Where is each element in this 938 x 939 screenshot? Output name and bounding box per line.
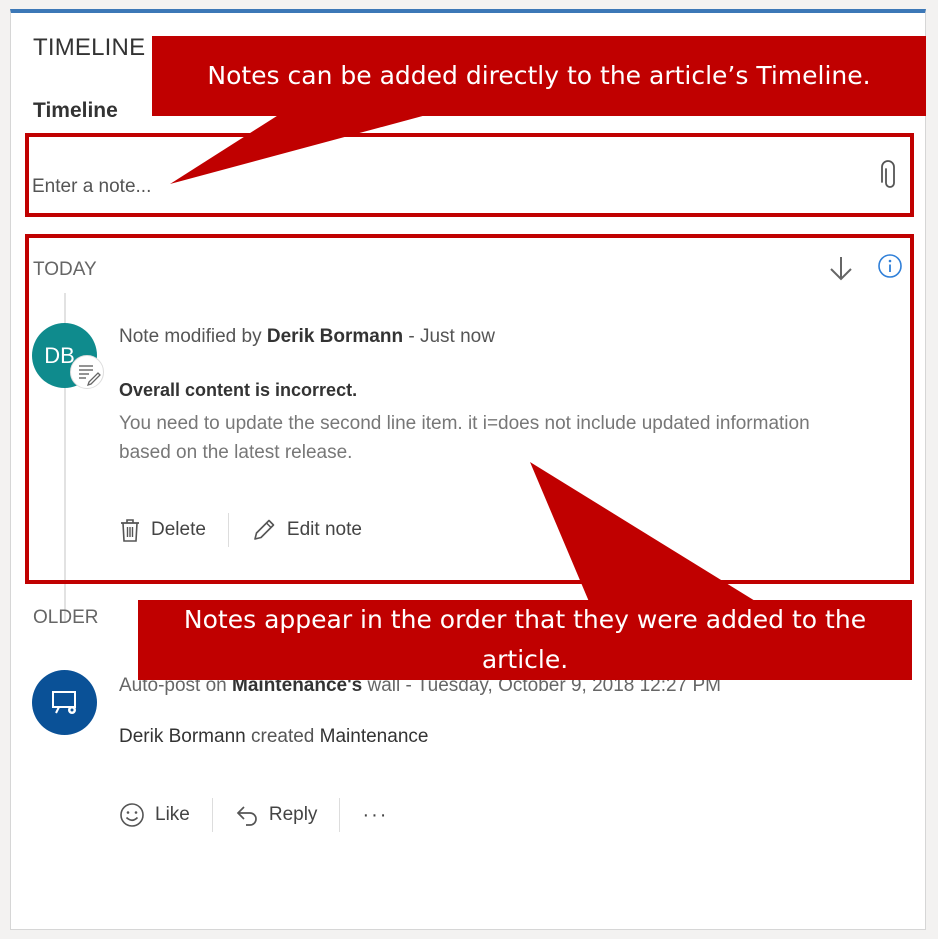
callout-pointers [170, 114, 760, 604]
callout-bottom: Notes appear in the order that they were… [138, 600, 912, 680]
callout-bottom-pointer [530, 462, 760, 604]
callout-top-pointer [170, 114, 430, 184]
callout-top: Notes can be added directly to the artic… [152, 36, 926, 116]
